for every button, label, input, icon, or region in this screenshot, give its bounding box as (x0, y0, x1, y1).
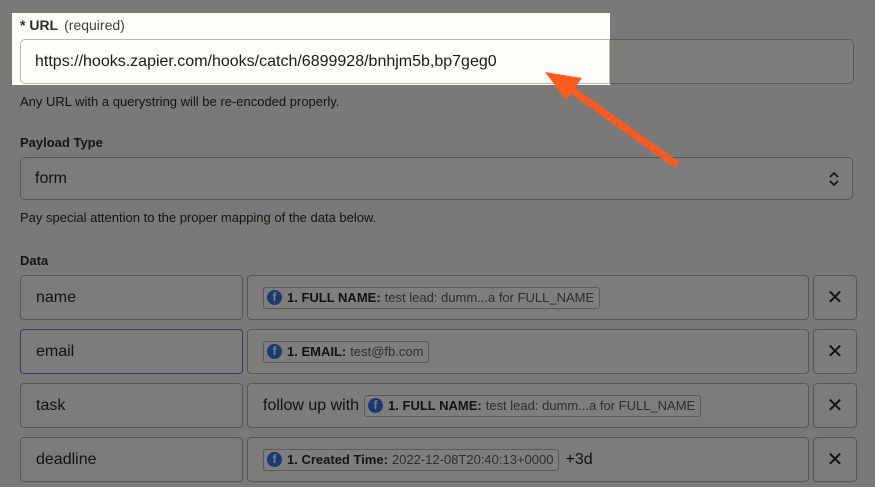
facebook-icon: f (267, 290, 282, 305)
data-value-input[interactable]: f 1. EMAIL: test@fb.com (247, 329, 809, 374)
close-icon: ✕ (826, 287, 844, 309)
pill-key: 1. EMAIL: (287, 344, 347, 359)
data-key-input[interactable]: name (20, 275, 243, 320)
data-value-input[interactable]: f 1. Created Time: 2022-12-08T20:40:13+0… (247, 437, 809, 482)
field-pill[interactable]: f 1. EMAIL: test@fb.com (263, 340, 430, 363)
pill-key: 1. FULL NAME: (388, 398, 482, 413)
url-hint: Any URL with a querystring will be re-en… (20, 94, 340, 109)
data-key-input[interactable]: task (20, 383, 243, 428)
delete-row-button[interactable]: ✕ (813, 329, 857, 374)
payload-type-value: form (35, 170, 67, 187)
pill-value: 2022-12-08T20:40:13+0000 (391, 452, 554, 467)
close-icon: ✕ (826, 395, 844, 417)
data-key-input[interactable]: email (20, 329, 243, 374)
required-text: (required) (64, 17, 125, 33)
payload-type-hint: Pay special attention to the proper mapp… (20, 210, 377, 225)
pill-value: test lead: dumm...a for FULL_NAME (485, 398, 696, 413)
value-prefix-text: follow up with (263, 396, 360, 414)
close-icon: ✕ (826, 449, 844, 471)
chevron-updown-icon (829, 171, 839, 187)
data-value-input[interactable]: f 1. FULL NAME: test lead: dumm...a for … (247, 275, 809, 320)
facebook-icon: f (368, 398, 384, 413)
data-value-input[interactable]: follow up with f 1. FULL NAME: test lead… (247, 383, 809, 428)
pill-value: test lead: dumm...a for FULL_NAME (384, 290, 595, 305)
value-suffix-text: +3d (565, 450, 593, 468)
facebook-icon: f (267, 452, 282, 467)
pill-key: 1. Created Time: (287, 452, 388, 467)
data-key-input[interactable]: deadline (20, 437, 243, 482)
payload-type-select[interactable]: form (20, 157, 853, 200)
payload-type-label: Payload Type (20, 135, 103, 150)
delete-row-button[interactable]: ✕ (813, 437, 857, 482)
field-pill[interactable]: f 1. Created Time: 2022-12-08T20:40:13+0… (263, 448, 560, 471)
url-label-text: * URL (20, 17, 59, 33)
delete-row-button[interactable]: ✕ (813, 383, 857, 428)
facebook-icon: f (267, 344, 282, 359)
url-input[interactable]: https://hooks.zapier.com/hooks/catch/689… (20, 39, 610, 84)
pill-key: 1. FULL NAME: (287, 290, 381, 305)
close-icon: ✕ (826, 341, 844, 363)
data-label: Data (20, 253, 49, 268)
url-label: * URL (required) (20, 17, 125, 33)
delete-row-button[interactable]: ✕ (813, 275, 857, 320)
field-pill[interactable]: f 1. FULL NAME: test lead: dumm...a for … (263, 286, 601, 309)
field-pill[interactable]: f 1. FULL NAME: test lead: dumm...a for … (364, 394, 702, 417)
pill-value: test@fb.com (350, 344, 424, 359)
